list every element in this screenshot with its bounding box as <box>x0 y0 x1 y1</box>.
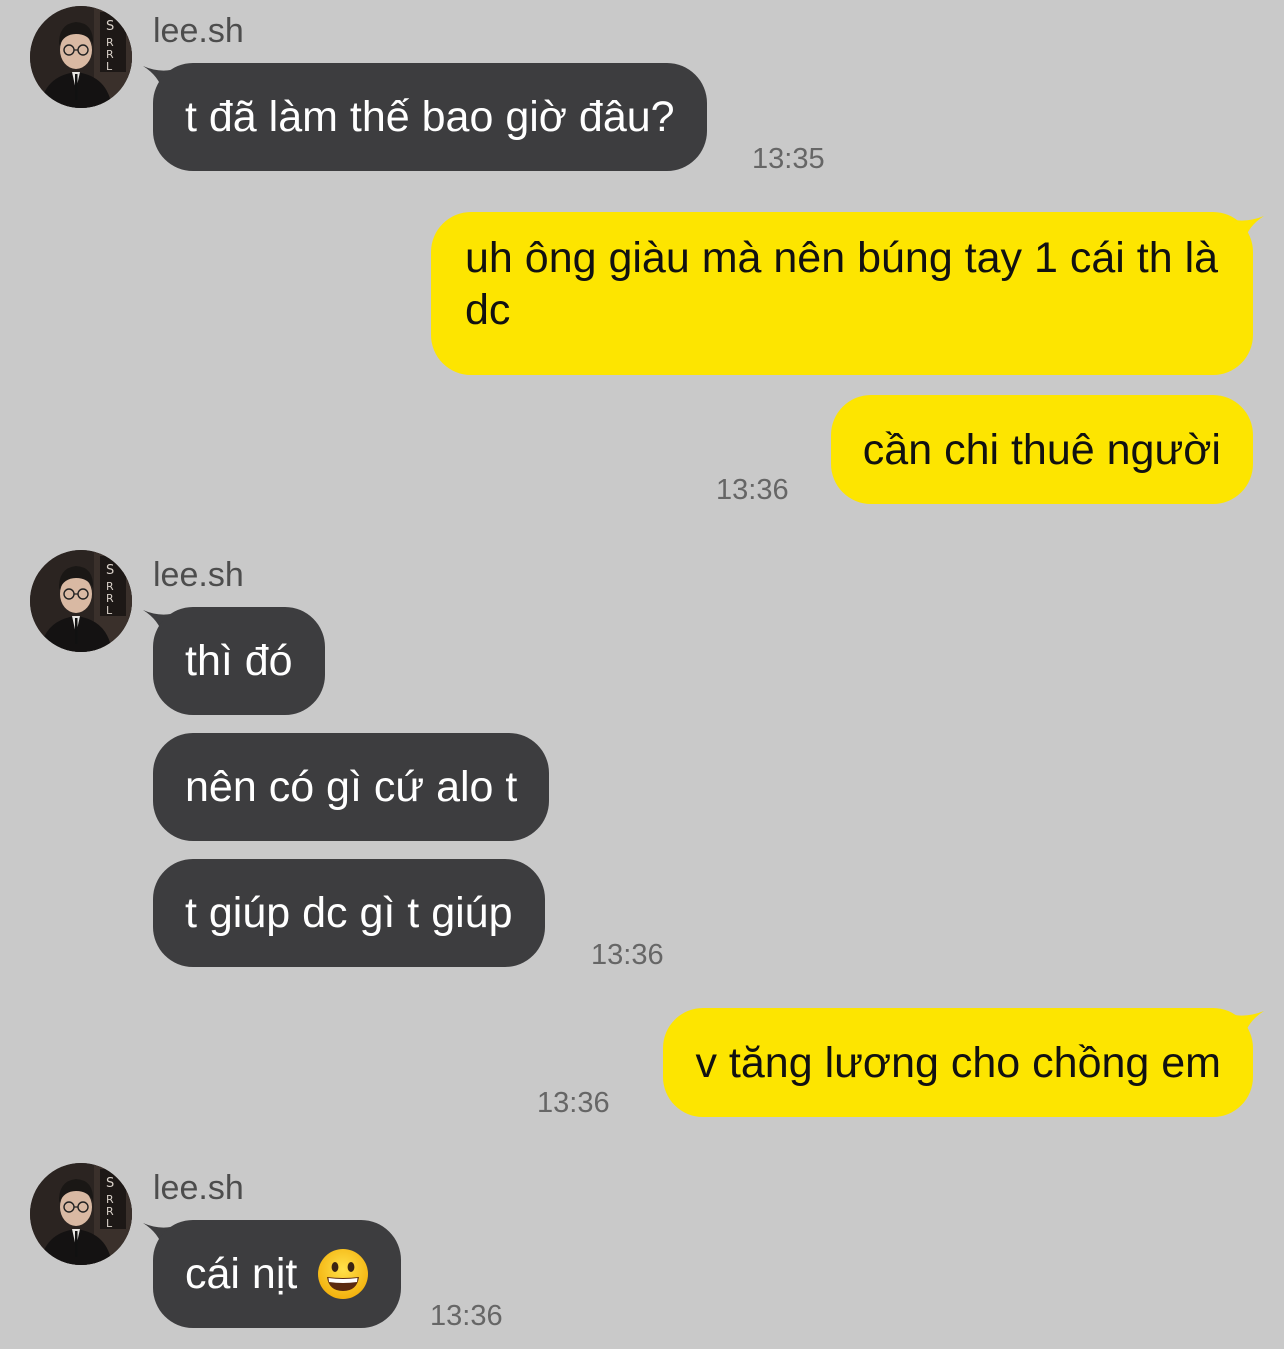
message-text: cần chi thuê người <box>862 425 1221 474</box>
message-bubble[interactable]: nên có gì cứ alo t <box>153 733 550 841</box>
svg-text:L: L <box>106 604 113 617</box>
sender-name: lee.sh <box>153 1169 244 1207</box>
message-text: cái nịt <box>185 1250 298 1298</box>
message-timestamp: 13:36 <box>537 1087 610 1119</box>
message-timestamp: 13:35 <box>752 143 825 175</box>
contact-avatar[interactable]: S R R L <box>30 6 132 108</box>
svg-text:L: L <box>106 1217 113 1230</box>
contact-avatar[interactable]: S R R L <box>30 550 132 652</box>
contact-avatar[interactable]: S R R L <box>30 1163 132 1265</box>
message-bubble[interactable]: v tăng lương cho chồng em <box>663 1008 1253 1117</box>
message-text: v tăng lương cho chồng em <box>695 1038 1221 1087</box>
svg-text:S: S <box>106 1176 114 1191</box>
svg-text:L: L <box>106 60 113 73</box>
grinning-face-emoji <box>318 1249 369 1299</box>
message-text: nên có gì cứ alo t <box>185 763 518 811</box>
message-bubble[interactable]: uh ông giàu mà nên búng tay 1 cái th là … <box>431 212 1253 375</box>
message-text: t đã làm thế bao giờ đâu? <box>185 93 675 141</box>
message-bubble[interactable]: cần chi thuê người <box>830 395 1253 504</box>
message-timestamp: 13:36 <box>430 1300 503 1332</box>
message-bubble[interactable]: cái nịt <box>153 1220 402 1328</box>
message-bubble[interactable]: t đã làm thế bao giờ đâu? <box>153 63 707 171</box>
message-bubble[interactable]: thì đó <box>153 607 325 715</box>
message-bubble[interactable]: t giúp dc gì t giúp <box>153 859 545 967</box>
message-timestamp: 13:36 <box>591 939 664 971</box>
message-text: thì đó <box>185 637 293 685</box>
svg-text:S: S <box>106 563 114 578</box>
sender-name: lee.sh <box>153 12 244 50</box>
message-text: t giúp dc gì t giúp <box>185 889 513 937</box>
message-text: uh ông giàu mà nên búng tay 1 cái th là … <box>465 234 1219 334</box>
message-timestamp: 13:36 <box>716 474 789 506</box>
svg-text:S: S <box>106 19 114 34</box>
sender-name: lee.sh <box>153 556 244 594</box>
